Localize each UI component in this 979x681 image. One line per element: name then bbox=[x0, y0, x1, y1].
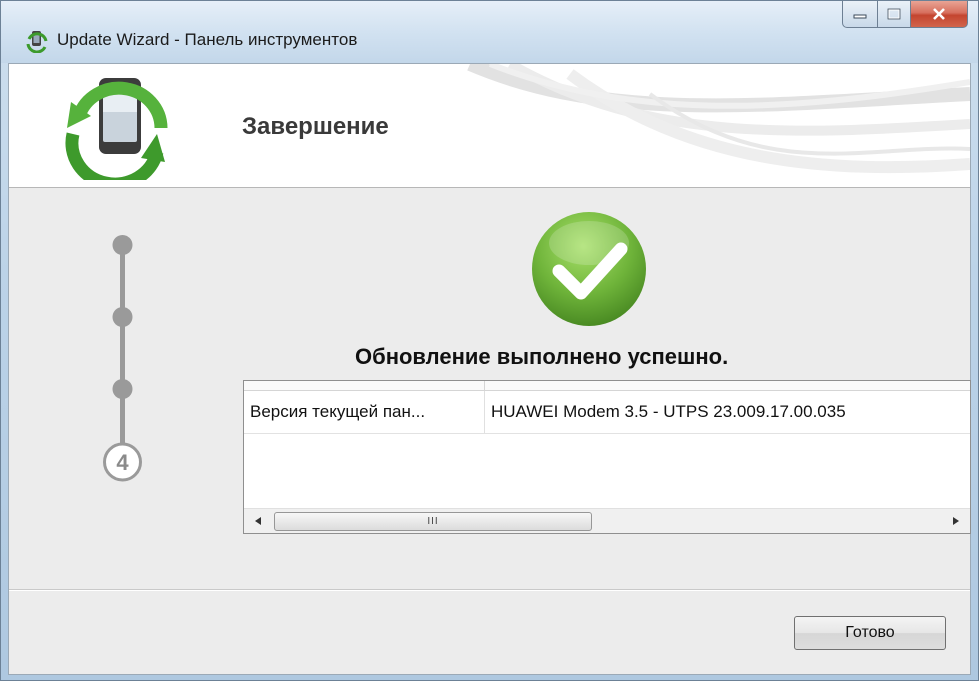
page-title: Завершение bbox=[242, 113, 389, 140]
minimize-button[interactable] bbox=[842, 1, 878, 28]
row-value-cell: HUAWEI Modem 3.5 - UTPS 23.009.17.00.035 bbox=[491, 402, 846, 421]
checkmark-icon bbox=[532, 212, 646, 326]
column-divider[interactable] bbox=[484, 381, 485, 390]
version-table: Версия текущей пан... HUAWEI Modem 3.5 -… bbox=[243, 380, 971, 534]
decorative-waves bbox=[467, 64, 970, 174]
close-icon bbox=[933, 8, 945, 20]
window-title: Update Wizard - Панель инструментов bbox=[57, 30, 358, 49]
phone-sync-logo-icon bbox=[65, 78, 168, 180]
table-header bbox=[244, 381, 970, 391]
maximize-icon bbox=[887, 8, 901, 20]
arrow-right-icon bbox=[953, 517, 959, 525]
scroll-thumb-grip: III bbox=[427, 516, 439, 527]
footer-divider-highlight bbox=[9, 590, 970, 591]
current-step-number: 4 bbox=[116, 450, 129, 475]
close-button[interactable] bbox=[911, 1, 968, 28]
title-bar[interactable]: Update Wizard - Панель инструментов bbox=[1, 1, 978, 63]
row-column-divider bbox=[484, 391, 485, 433]
step-1-dot bbox=[112, 235, 133, 255]
arrow-left-icon bbox=[255, 517, 261, 525]
minimize-icon bbox=[853, 14, 867, 19]
step-3-dot bbox=[112, 379, 133, 399]
update-wizard-window: Update Wizard - Панель инструментов Заве… bbox=[0, 0, 979, 681]
horizontal-scrollbar[interactable]: III bbox=[244, 508, 970, 533]
row-name-cell: Версия текущей пан... bbox=[250, 402, 426, 421]
wizard-client-area: Завершение 4 Обновление выполнено успешн… bbox=[8, 63, 971, 675]
window-controls bbox=[842, 1, 968, 29]
scroll-left-button[interactable] bbox=[246, 509, 270, 533]
scroll-thumb[interactable]: III bbox=[274, 512, 592, 531]
maximize-button[interactable] bbox=[878, 1, 911, 28]
progress-stepper: 4 bbox=[103, 235, 142, 482]
step-2-dot bbox=[112, 307, 133, 327]
wizard-header: Завершение bbox=[9, 64, 970, 188]
phone-update-icon bbox=[26, 31, 48, 53]
table-row[interactable]: Версия текущей пан... HUAWEI Modem 3.5 -… bbox=[244, 391, 970, 434]
scroll-right-button[interactable] bbox=[944, 509, 968, 533]
success-message: Обновление выполнено успешно. bbox=[355, 344, 729, 369]
done-button[interactable]: Готово bbox=[794, 616, 946, 650]
